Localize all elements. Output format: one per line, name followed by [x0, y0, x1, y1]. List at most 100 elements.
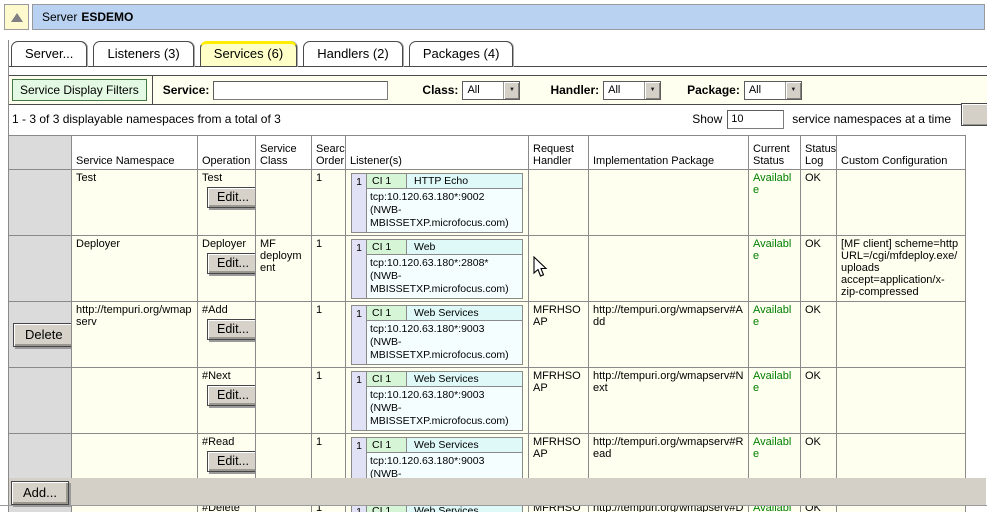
listener-conversation: CI 1 [367, 372, 407, 386]
filters-title: Service Display Filters [12, 79, 147, 101]
edit-button[interactable]: Edit... [207, 253, 256, 274]
tab-server[interactable]: Server... [11, 41, 87, 67]
implementation-package: http://tempuri.org/wmapserv#Add [593, 304, 743, 328]
col-search-order: Search Order [312, 136, 346, 170]
services-table: Service Namespace Operation Service Clas… [8, 135, 966, 512]
tab-strip: Server... Listeners (3) Services (6) Han… [8, 40, 987, 67]
package-filter-label: Package: [687, 83, 740, 97]
table-row: #Next Edit... 1 1 CI 1 Web Services tcp:… [9, 368, 966, 434]
search-order: 1 [316, 436, 322, 448]
table-footer-bar: Add... [8, 478, 986, 505]
chevron-down-icon: ▼ [785, 82, 801, 99]
collapse-button[interactable] [4, 4, 29, 30]
search-order: 1 [316, 172, 322, 184]
handler-filter-label: Handler: [550, 83, 599, 97]
service-filter-input[interactable] [213, 81, 388, 100]
table-row: Test Test Edit... 1 1 CI 1 HTTP Echo tcp… [9, 170, 966, 236]
listener-index: 1 [352, 174, 367, 232]
service-namespace: http://tempuri.org/wmapserv [76, 304, 192, 328]
listener-index: 1 [352, 372, 367, 430]
status-badge: Available [753, 304, 791, 328]
triangle-up-icon [11, 13, 23, 22]
listener-name: Web Services [407, 438, 522, 452]
service-filter-label: Service: [163, 83, 210, 97]
listener-index: 1 [352, 306, 367, 364]
server-name: ESDEMO [81, 10, 133, 24]
pagination-bar: 1 - 3 of 3 displayable namespaces from a… [8, 105, 987, 133]
listener-box: 1 CI 1 Web Services tcp:10.120.63.180*:9… [351, 371, 523, 431]
class-filter-label: Class: [422, 83, 458, 97]
listener-address: tcp:10.120.63.180*:9003 [370, 455, 520, 468]
tab-handlers[interactable]: Handlers (2) [303, 41, 403, 67]
col-custom-configuration: Custom Configuration [837, 136, 966, 170]
status-log: OK [805, 304, 821, 316]
operation-name: #Add [202, 304, 251, 316]
listener-host: (NWB-MBISSETXP.microfocus.com) [370, 204, 520, 230]
status-log: OK [805, 172, 821, 184]
col-service-namespace: Service Namespace [72, 136, 198, 170]
frame-border-left [8, 40, 9, 505]
edit-button[interactable]: Edit... [207, 451, 256, 472]
tab-packages[interactable]: Packages (4) [409, 41, 514, 67]
refresh-button[interactable] [961, 103, 987, 126]
class-select[interactable]: All ▼ [462, 81, 520, 100]
listener-conversation: CI 1 [367, 240, 407, 254]
show-count-input[interactable] [727, 110, 784, 129]
tab-listeners[interactable]: Listeners (3) [93, 41, 193, 67]
delete-button[interactable]: Delete [13, 323, 72, 347]
col-operation: Operation [198, 136, 256, 170]
listener-host: (NWB-MBISSETXP.microfocus.com) [370, 270, 520, 296]
result-summary: 1 - 3 of 3 displayable namespaces from a… [8, 112, 281, 126]
operation-name: #Next [202, 370, 251, 382]
listener-address: tcp:10.120.63.180*:9003 [370, 389, 520, 402]
edit-button[interactable]: Edit... [207, 385, 256, 406]
status-log: OK [805, 436, 821, 448]
server-title-prefix: Server [42, 10, 77, 24]
status-log: OK [805, 238, 821, 250]
table-header-row: Service Namespace Operation Service Clas… [9, 136, 966, 170]
status-log: OK [805, 370, 821, 382]
server-title-bar: Server ESDEMO [32, 4, 985, 30]
handler-select[interactable]: All ▼ [603, 81, 661, 100]
implementation-package: http://tempuri.org/wmapserv#Read [593, 436, 743, 460]
table-row: Deployer Deployer Edit... MF deployment … [9, 236, 966, 302]
status-badge: Available [753, 370, 791, 394]
search-order: 1 [316, 370, 322, 382]
mouse-cursor [533, 256, 548, 278]
custom-configuration: [MF client] scheme=http URL=/cgi/mfdeplo… [841, 238, 958, 298]
status-badge: Available [753, 436, 791, 460]
status-badge: Available [753, 238, 791, 262]
listener-host: (NWB-MBISSETXP.microfocus.com) [370, 336, 520, 362]
listener-name: Web [407, 240, 522, 254]
show-label: Show [692, 112, 722, 126]
operation-name: Test [202, 172, 251, 184]
status-badge: Available [753, 172, 791, 196]
col-request-handler: Request Handler [529, 136, 589, 170]
search-order: 1 [316, 304, 322, 316]
chevron-down-icon: ▼ [503, 82, 519, 99]
service-namespace: Test [76, 172, 96, 184]
server-header-bar: Server ESDEMO [4, 4, 985, 30]
listener-address: tcp:10.120.63.180*:2808* [370, 257, 520, 270]
services-page: Server ESDEMO Server... Listeners (3) Se… [0, 0, 987, 512]
col-implementation-package: Implementation Package [589, 136, 749, 170]
chevron-down-icon: ▼ [644, 82, 660, 99]
edit-button[interactable]: Edit... [207, 187, 256, 208]
service-namespace: Deployer [76, 238, 120, 250]
listener-box: 1 CI 1 HTTP Echo tcp:10.120.63.180*:9002… [351, 173, 523, 233]
col-status-log: Status Log [801, 136, 837, 170]
filter-bar: Service Display Filters Service: Class: … [8, 75, 987, 105]
implementation-package: http://tempuri.org/wmapserv#Next [593, 370, 743, 394]
listener-box: 1 CI 1 Web Services tcp:10.120.63.180*:9… [351, 305, 523, 365]
tab-services[interactable]: Services (6) [200, 41, 297, 67]
search-order: 1 [316, 238, 322, 250]
edit-button[interactable]: Edit... [207, 319, 256, 340]
request-handler: MFRHSOAP [533, 436, 581, 460]
listener-name: Web Services [407, 306, 522, 320]
listener-address: tcp:10.120.63.180*:9003 [370, 323, 520, 336]
add-button[interactable]: Add... [11, 481, 69, 505]
listener-conversation: CI 1 [367, 174, 407, 188]
package-select[interactable]: All ▼ [744, 81, 802, 100]
listener-conversation: CI 1 [367, 438, 407, 452]
listener-conversation: CI 1 [367, 306, 407, 320]
